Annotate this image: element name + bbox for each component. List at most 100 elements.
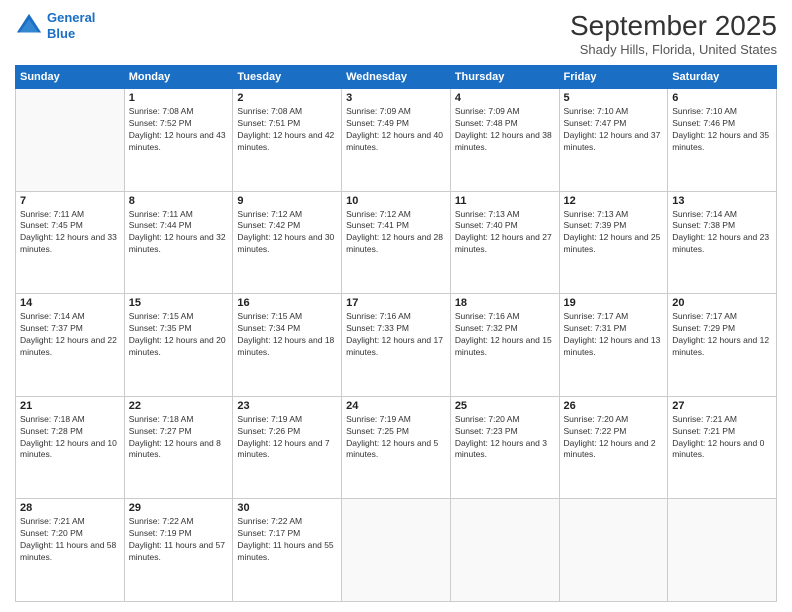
calendar-cell: 19Sunrise: 7:17 AMSunset: 7:31 PMDayligh… [559, 294, 668, 397]
calendar-cell: 21 Sunrise: 7:18 AMSunset: 7:28 PMDayligh… [16, 396, 125, 499]
day-info: Sunrise: 7:11 AMSunset: 7:45 PMDaylight:… [20, 209, 120, 257]
calendar-cell: 26 Sunrise: 7:20 AMSunset: 7:22 PMDayligh… [559, 396, 668, 499]
logo-icon [15, 12, 43, 40]
day-info: Sunrise: 7:11 AMSunset: 7:44 PMDaylight:… [129, 209, 229, 257]
calendar-header-row: Sunday Monday Tuesday Wednesday Thursday… [16, 66, 777, 89]
calendar-week-row: 1Sunrise: 7:08 AMSunset: 7:52 PMDaylight… [16, 89, 777, 192]
calendar-cell: 7 Sunrise: 7:11 AMSunset: 7:45 PMDaylight… [16, 191, 125, 294]
day-number: 5 [564, 92, 664, 104]
day-number: 21 [20, 400, 120, 412]
day-number: 9 [237, 195, 337, 207]
day-info: Sunrise: 7:16 AMSunset: 7:32 PMDaylight:… [455, 311, 555, 359]
page: General Blue September 2025 Shady Hills,… [0, 0, 792, 612]
logo-text: General Blue [47, 10, 95, 41]
day-info: Sunrise: 7:20 AMSunset: 7:22 PMDaylight:… [564, 414, 664, 462]
day-number: 17 [346, 297, 446, 309]
day-number: 30 [237, 502, 337, 514]
title-area: September 2025 Shady Hills, Florida, Uni… [570, 10, 777, 57]
day-number: 7 [20, 195, 120, 207]
day-number: 15 [129, 297, 229, 309]
day-number: 13 [672, 195, 772, 207]
day-number: 29 [129, 502, 229, 514]
calendar-cell: 4 Sunrise: 7:09 AMSunset: 7:48 PMDaylight… [450, 89, 559, 192]
day-number: 4 [455, 92, 555, 104]
day-info: Sunrise: 7:20 AMSunset: 7:23 PMDaylight:… [455, 414, 555, 462]
day-number: 10 [346, 195, 446, 207]
day-number: 14 [20, 297, 120, 309]
col-thursday: Thursday [450, 66, 559, 89]
calendar-cell: 25 Sunrise: 7:20 AMSunset: 7:23 PMDayligh… [450, 396, 559, 499]
day-info: Sunrise: 7:12 AMSunset: 7:41 PMDaylight:… [346, 209, 446, 257]
calendar-cell: 27Sunrise: 7:21 AMSunset: 7:21 PMDayligh… [668, 396, 777, 499]
day-number: 2 [237, 92, 337, 104]
calendar-cell [559, 499, 668, 602]
day-number: 27 [672, 400, 772, 412]
day-number: 3 [346, 92, 446, 104]
logo: General Blue [15, 10, 95, 41]
logo-line1: General [47, 10, 95, 25]
calendar-cell: 30 Sunrise: 7:22 AMSunset: 7:17 PMDayligh… [233, 499, 342, 602]
day-info: Sunrise: 7:10 AMSunset: 7:47 PMDaylight:… [564, 106, 664, 154]
calendar-cell [668, 499, 777, 602]
day-info: Sunrise: 7:17 AMSunset: 7:29 PMDaylight:… [672, 311, 772, 359]
day-number: 12 [564, 195, 664, 207]
calendar-cell [16, 89, 125, 192]
day-info: Sunrise: 7:13 AMSunset: 7:39 PMDaylight:… [564, 209, 664, 257]
location: Shady Hills, Florida, United States [570, 42, 777, 57]
day-number: 22 [129, 400, 229, 412]
day-info: Sunrise: 7:15 AMSunset: 7:34 PMDaylight:… [237, 311, 337, 359]
day-info: Sunrise: 7:09 AMSunset: 7:48 PMDaylight:… [455, 106, 555, 154]
calendar-cell: 16 Sunrise: 7:15 AMSunset: 7:34 PMDayligh… [233, 294, 342, 397]
day-info: Sunrise: 7:14 AMSunset: 7:37 PMDaylight:… [20, 311, 120, 359]
day-info: Sunrise: 7:16 AMSunset: 7:33 PMDaylight:… [346, 311, 446, 359]
col-sunday: Sunday [16, 66, 125, 89]
logo-line2: Blue [47, 26, 75, 41]
calendar-cell: 22 Sunrise: 7:18 AMSunset: 7:27 PMDayligh… [124, 396, 233, 499]
day-info: Sunrise: 7:22 AMSunset: 7:17 PMDaylight:… [237, 516, 337, 564]
month-title: September 2025 [570, 10, 777, 42]
calendar-cell: 20 Sunrise: 7:17 AMSunset: 7:29 PMDayligh… [668, 294, 777, 397]
day-number: 11 [455, 195, 555, 207]
calendar-cell: 11 Sunrise: 7:13 AMSunset: 7:40 PMDayligh… [450, 191, 559, 294]
day-number: 28 [20, 502, 120, 514]
calendar-cell: 10 Sunrise: 7:12 AMSunset: 7:41 PMDayligh… [342, 191, 451, 294]
day-number: 24 [346, 400, 446, 412]
calendar-cell: 9Sunrise: 7:12 AMSunset: 7:42 PMDaylight… [233, 191, 342, 294]
calendar-cell: 29 Sunrise: 7:22 AMSunset: 7:19 PMDayligh… [124, 499, 233, 602]
day-info: Sunrise: 7:21 AMSunset: 7:20 PMDaylight:… [20, 516, 120, 564]
day-info: Sunrise: 7:19 AMSunset: 7:25 PMDaylight:… [346, 414, 446, 462]
day-info: Sunrise: 7:14 AMSunset: 7:38 PMDaylight:… [672, 209, 772, 257]
day-number: 26 [564, 400, 664, 412]
calendar-cell: 17 Sunrise: 7:16 AMSunset: 7:33 PMDayligh… [342, 294, 451, 397]
calendar-cell: 24 Sunrise: 7:19 AMSunset: 7:25 PMDayligh… [342, 396, 451, 499]
col-wednesday: Wednesday [342, 66, 451, 89]
col-monday: Monday [124, 66, 233, 89]
day-info: Sunrise: 7:19 AMSunset: 7:26 PMDaylight:… [237, 414, 337, 462]
day-info: Sunrise: 7:08 AMSunset: 7:51 PMDaylight:… [237, 106, 337, 154]
day-number: 6 [672, 92, 772, 104]
col-friday: Friday [559, 66, 668, 89]
calendar-week-row: 21 Sunrise: 7:18 AMSunset: 7:28 PMDayligh… [16, 396, 777, 499]
day-number: 20 [672, 297, 772, 309]
calendar-cell: 5 Sunrise: 7:10 AMSunset: 7:47 PMDaylight… [559, 89, 668, 192]
day-number: 16 [237, 297, 337, 309]
col-tuesday: Tuesday [233, 66, 342, 89]
day-number: 8 [129, 195, 229, 207]
calendar-cell: 6Sunrise: 7:10 AMSunset: 7:46 PMDaylight… [668, 89, 777, 192]
calendar-week-row: 7 Sunrise: 7:11 AMSunset: 7:45 PMDaylight… [16, 191, 777, 294]
day-info: Sunrise: 7:18 AMSunset: 7:28 PMDaylight:… [20, 414, 120, 462]
day-info: Sunrise: 7:13 AMSunset: 7:40 PMDaylight:… [455, 209, 555, 257]
calendar-table: Sunday Monday Tuesday Wednesday Thursday… [15, 65, 777, 602]
calendar-cell: 1Sunrise: 7:08 AMSunset: 7:52 PMDaylight… [124, 89, 233, 192]
day-info: Sunrise: 7:15 AMSunset: 7:35 PMDaylight:… [129, 311, 229, 359]
day-info: Sunrise: 7:08 AMSunset: 7:52 PMDaylight:… [129, 106, 229, 154]
day-number: 23 [237, 400, 337, 412]
day-number: 25 [455, 400, 555, 412]
calendar-cell: 15 Sunrise: 7:15 AMSunset: 7:35 PMDayligh… [124, 294, 233, 397]
day-info: Sunrise: 7:22 AMSunset: 7:19 PMDaylight:… [129, 516, 229, 564]
calendar-cell: 2 Sunrise: 7:08 AMSunset: 7:51 PMDaylight… [233, 89, 342, 192]
day-info: Sunrise: 7:18 AMSunset: 7:27 PMDaylight:… [129, 414, 229, 462]
calendar-cell: 28 Sunrise: 7:21 AMSunset: 7:20 PMDayligh… [16, 499, 125, 602]
calendar-cell [450, 499, 559, 602]
day-info: Sunrise: 7:17 AMSunset: 7:31 PMDaylight:… [564, 311, 664, 359]
